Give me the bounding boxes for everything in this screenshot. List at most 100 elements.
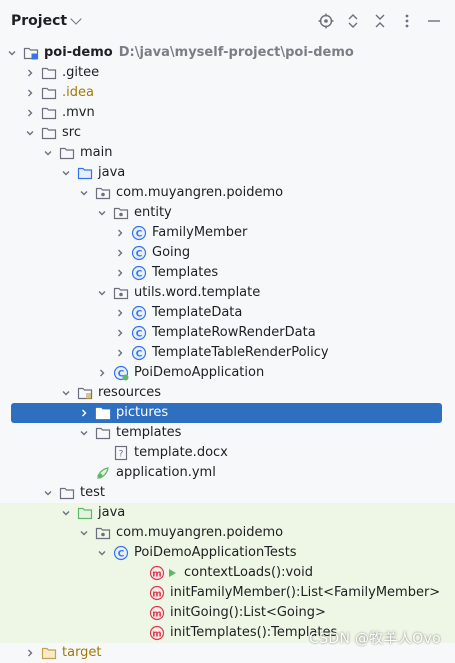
chevron-down-icon[interactable] [97, 208, 107, 218]
tree-item-label: com.muyangren.poidemo [116, 525, 283, 540]
chevron-down-icon[interactable] [25, 128, 35, 138]
tree-row-templatedata[interactable]: C TemplateData [0, 303, 455, 323]
chevron-right-icon[interactable] [115, 328, 125, 338]
chevron-down-icon[interactable] [61, 508, 71, 518]
chevron-down-icon[interactable] [7, 48, 17, 58]
tree-item-label: .idea [62, 85, 94, 100]
chevron-down-icon[interactable] [43, 488, 53, 498]
folder-icon [59, 485, 75, 501]
tree-item-name: poi-demo [44, 45, 113, 60]
run-test-icon[interactable] [165, 565, 181, 581]
tree-row-initfamilymember-list-familymember[interactable]: m initFamilyMember():List<FamilyMember> [0, 583, 455, 603]
tree-row-gitee[interactable]: .gitee [0, 63, 455, 83]
minimize-icon[interactable] [425, 12, 443, 30]
tree-row-poidemoapplication[interactable]: C PoiDemoApplication [0, 363, 455, 383]
chevron-right-icon[interactable] [25, 108, 35, 118]
tree-row-contextloads-void[interactable]: m contextLoads():void [0, 563, 455, 583]
tree-row-entity[interactable]: entity [0, 203, 455, 223]
chevron-right-icon[interactable] [25, 648, 35, 658]
svg-text:m: m [152, 569, 161, 579]
tree-row-templatetablerenderpolicy[interactable]: C TemplateTableRenderPolicy [0, 343, 455, 363]
folder-icon [95, 405, 111, 421]
project-panel-header: Project [0, 0, 455, 44]
tree-item-label: com.muyangren.poidemo [116, 185, 283, 200]
class-icon: C [131, 345, 147, 361]
tree-item-name: PoiDemoApplicationTests [134, 545, 297, 560]
tree-item-label: Templates [152, 265, 218, 280]
locate-icon[interactable] [317, 12, 335, 30]
excluded-folder-icon [41, 645, 57, 661]
tree-row-main[interactable]: main [0, 143, 455, 163]
tree-row-template-docx[interactable]: ? template.docx [0, 443, 455, 463]
tree-row-com-muyangren-poidemo[interactable]: com.muyangren.poidemo [0, 523, 455, 543]
chevron-down-icon[interactable] [43, 148, 53, 158]
tree-item-name: target [62, 645, 102, 660]
tree-item-name: java [98, 505, 126, 520]
chevron-right-icon[interactable] [115, 228, 125, 238]
svg-text:m: m [152, 609, 161, 619]
chevron-right-icon[interactable] [79, 408, 89, 418]
svg-text:?: ? [119, 450, 124, 460]
tree-row-test[interactable]: test [0, 483, 455, 503]
project-view-selector[interactable]: Project [11, 13, 82, 29]
svg-text:C: C [136, 349, 143, 359]
tree-row-mvn[interactable]: .mvn [0, 103, 455, 123]
tree-row-com-muyangren-poidemo[interactable]: com.muyangren.poidemo [0, 183, 455, 203]
tree-item-label: pictures [116, 405, 168, 420]
chevron-right-icon[interactable] [115, 348, 125, 358]
chevron-down-icon[interactable] [97, 548, 107, 558]
tree-row-java[interactable]: java [0, 163, 455, 183]
source-folder-icon [77, 165, 93, 181]
tree-item-name: .idea [62, 85, 94, 100]
tree-item-label: java [98, 165, 125, 180]
tree-item-label: PoiDemoApplication [134, 365, 264, 380]
tree-row-poidemoapplicationtests[interactable]: C PoiDemoApplicationTests [0, 543, 455, 563]
more-options-icon[interactable] [398, 12, 416, 30]
chevron-down-icon[interactable] [79, 528, 89, 538]
chevron-right-icon[interactable] [97, 368, 107, 378]
class-icon: C [113, 545, 129, 561]
svg-text:C: C [136, 329, 143, 339]
chevron-down-icon[interactable] [97, 288, 107, 298]
folder-icon [59, 145, 75, 161]
tree-row-pictures[interactable]: pictures [11, 403, 442, 423]
collapse-all-icon[interactable] [371, 12, 389, 30]
tree-item-name: TemplateRowRenderData [152, 325, 316, 340]
chevron-down-icon[interactable] [61, 388, 71, 398]
chevron-right-icon[interactable] [115, 268, 125, 278]
chevron-right-icon[interactable] [25, 68, 35, 78]
tree-item-label: TemplateData [152, 305, 242, 320]
tree-row-utils-word-template[interactable]: utils.word.template [0, 283, 455, 303]
tree-item-label: java [98, 505, 125, 520]
tree-item-label: initFamilyMember():List<FamilyMember> [170, 585, 440, 600]
chevron-right-icon[interactable] [25, 88, 35, 98]
tree-row-application-yml[interactable]: application.yml [0, 463, 455, 483]
svg-text:C: C [136, 309, 143, 319]
tree-item-name: template.docx [134, 445, 228, 460]
tree-row-templates[interactable]: C Templates [0, 263, 455, 283]
tree-item-name: application.yml [116, 465, 216, 480]
tree-item-name: test [80, 485, 105, 500]
expand-all-icon[interactable] [344, 12, 362, 30]
tree-row-templaterowrenderdata[interactable]: C TemplateRowRenderData [0, 323, 455, 343]
tree-item-label: PoiDemoApplicationTests [134, 545, 297, 560]
tree-row-idea[interactable]: .idea [0, 83, 455, 103]
tree-row-resources[interactable]: resources [0, 383, 455, 403]
tree-item-label: TemplateTableRenderPolicy [152, 345, 329, 360]
tree-row-src[interactable]: src [0, 123, 455, 143]
chevron-down-icon[interactable] [79, 428, 89, 438]
tree-row-familymember[interactable]: C FamilyMember [0, 223, 455, 243]
chevron-down-icon[interactable] [61, 168, 71, 178]
tree-row-poi-demo[interactable]: poi-demo D:\java\myself-project\poi-demo [0, 43, 455, 63]
tree-row-templates[interactable]: templates [0, 423, 455, 443]
chevron-right-icon[interactable] [115, 248, 125, 258]
tree-row-initgoing-list-going[interactable]: m initGoing():List<Going> [0, 603, 455, 623]
method-icon: m [149, 605, 165, 621]
folder-icon [41, 85, 57, 101]
chevron-right-icon[interactable] [115, 308, 125, 318]
tree-row-going[interactable]: C Going [0, 243, 455, 263]
chevron-down-icon[interactable] [79, 188, 89, 198]
tree-item-label: Going [152, 245, 190, 260]
tree-row-java[interactable]: java [0, 503, 455, 523]
tree-item-name: src [62, 125, 81, 140]
